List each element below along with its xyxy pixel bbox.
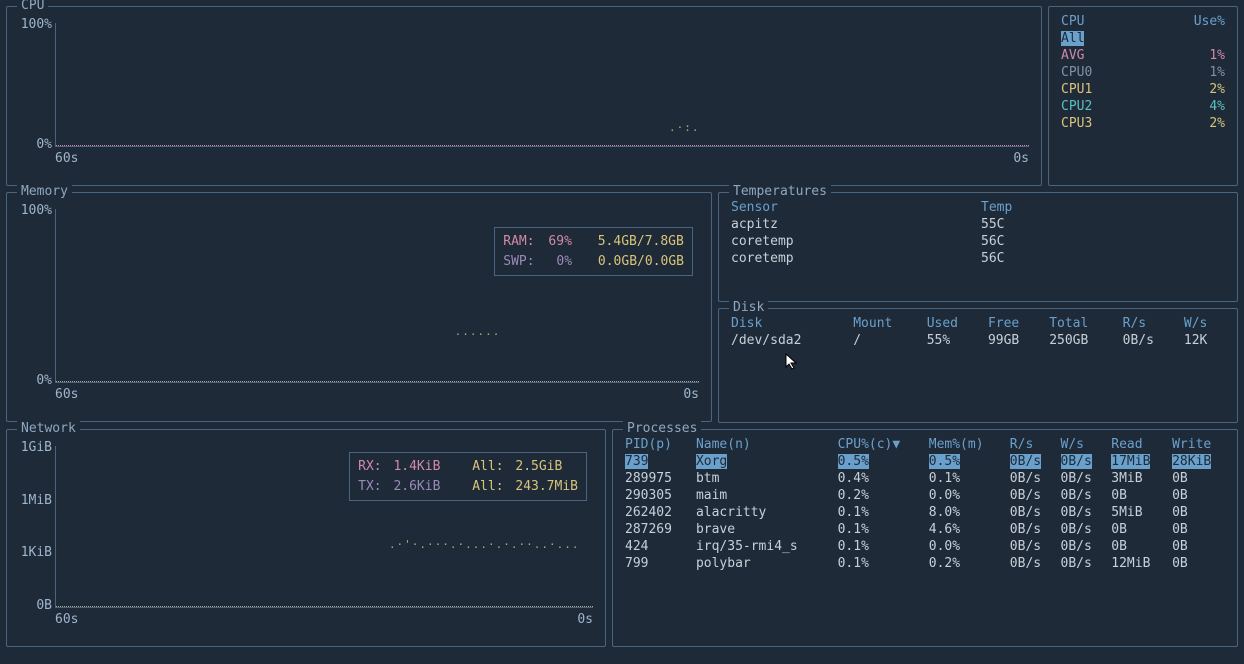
cpu-y-top: 100%	[16, 17, 52, 32]
temps-hdr-sensor: Sensor	[727, 199, 977, 216]
cpu-baseline	[56, 145, 1029, 146]
procs-hdr-ws[interactable]: W/s	[1057, 436, 1108, 453]
swp-label: SWP:	[503, 254, 534, 269]
network-graph[interactable]: 1GiB1MiB1KiB0B RX: 1.4KiB All: 2.5GiB TX…	[55, 446, 593, 608]
net-baseline	[56, 606, 593, 607]
procs-hdr-rs[interactable]: R/s	[1006, 436, 1057, 453]
cpu-x-right: 0s	[1013, 151, 1029, 166]
net-y-tick: 1MiB	[16, 493, 52, 508]
ram-pct: 69%	[548, 234, 571, 249]
net-x-right: 0s	[577, 612, 593, 627]
disk-title: Disk	[729, 300, 768, 315]
procs-title: Processes	[623, 421, 701, 436]
cpu-list-row[interactable]: CPU01%	[1057, 64, 1229, 81]
mem-y-bot: 0%	[16, 373, 52, 388]
procs-hdr-mem[interactable]: Mem%(m)	[925, 436, 1006, 453]
mem-x-right: 0s	[683, 387, 699, 402]
mem-x-left: 60s	[55, 387, 78, 402]
cpu-list-hdr-cpu: CPU	[1057, 13, 1143, 30]
temperatures-panel[interactable]: Temperatures Sensor Temp acpitz55Ccorete…	[718, 192, 1238, 302]
cpu-panel-title: CPU	[17, 0, 48, 13]
disk-hdr-free: Free	[984, 315, 1045, 332]
sort-desc-icon: ▼	[892, 437, 900, 452]
net-x-left: 60s	[55, 612, 78, 627]
procs-hdr-write[interactable]: Write	[1168, 436, 1229, 453]
rx-all-label: All:	[472, 459, 503, 474]
disk-hdr-ws: W/s	[1180, 315, 1229, 332]
disk-hdr-rs: R/s	[1119, 315, 1180, 332]
mem-y-top: 100%	[16, 203, 52, 218]
tx-rate: 2.6KiB	[393, 479, 440, 494]
rx-rate: 1.4KiB	[393, 459, 440, 474]
cpu-list-table: CPU Use% AllAVG1%CPU01%CPU12%CPU24%CPU32…	[1057, 13, 1229, 132]
temps-title: Temperatures	[729, 184, 831, 199]
net-y-tick: 1KiB	[16, 545, 52, 560]
disk-hdr-used: Used	[923, 315, 984, 332]
network-panel[interactable]: Network 1GiB1MiB1KiB0B RX: 1.4KiB All: 2…	[6, 429, 606, 647]
cpu-activity-dots: .·:.	[669, 121, 700, 134]
temps-row: coretemp56C	[727, 233, 1229, 250]
network-legend: RX: 1.4KiB All: 2.5GiB TX: 2.6KiB All: 2…	[349, 452, 587, 501]
net-y-tick: 1GiB	[16, 440, 52, 455]
disk-panel[interactable]: Disk Disk Mount Used Free Total R/s W/s …	[718, 308, 1238, 423]
ram-val: 5.4GB/7.8GB	[598, 234, 684, 249]
process-row[interactable]: 262402alacritty0.1%8.0%0B/s0B/s5MiB0B	[621, 504, 1229, 521]
procs-table: PID(p) Name(n) CPU%(c)▼ Mem%(m) R/s W/s …	[621, 436, 1229, 572]
cpu-list-hdr-use: Use%	[1143, 13, 1229, 30]
tx-all-label: All:	[472, 479, 503, 494]
process-row[interactable]: 290305maim0.2%0.0%0B/s0B/s0B0B	[621, 487, 1229, 504]
disk-hdr-disk: Disk	[727, 315, 849, 332]
process-row[interactable]: 424irq/35-rmi4_s0.1%0.0%0B/s0B/s0B0B	[621, 538, 1229, 555]
process-row[interactable]: 739Xorg0.5%0.5%0B/s0B/s17MiB28KiB	[621, 453, 1229, 470]
temps-row: acpitz55C	[727, 216, 1229, 233]
disk-hdr-mount: Mount	[849, 315, 922, 332]
tx-all: 243.7MiB	[515, 479, 578, 494]
ram-label: RAM:	[503, 234, 534, 249]
procs-hdr-pid[interactable]: PID(p)	[621, 436, 692, 453]
cpu-list-row[interactable]: All	[1057, 30, 1229, 47]
mouse-cursor-icon	[785, 353, 799, 371]
mem-swp-dots: ......	[455, 325, 501, 338]
temps-table: Sensor Temp acpitz55Ccoretemp56Ccoretemp…	[727, 199, 1229, 267]
cpu-y-bot: 0%	[16, 137, 52, 152]
memory-legend: RAM: 69% 5.4GB/7.8GB SWP: 0% 0.0GB/0.0GB	[494, 227, 693, 276]
net-activity-dots: .·'·.···.·...·.·.··..·...	[389, 538, 580, 551]
memory-panel-title: Memory	[17, 184, 72, 199]
memory-graph[interactable]: 100% 0% RAM: 69% 5.4GB/7.8GB SWP: 0% 0.0…	[55, 209, 699, 383]
disk-row[interactable]: /dev/sda2/55%99GB250GB0B/s12K	[727, 332, 1229, 349]
disk-table: Disk Mount Used Free Total R/s W/s /dev/…	[727, 315, 1229, 349]
cpu-list-panel[interactable]: CPU Use% AllAVG1%CPU01%CPU12%CPU24%CPU32…	[1048, 6, 1238, 186]
temps-row: coretemp56C	[727, 250, 1229, 267]
rx-all: 2.5GiB	[515, 459, 562, 474]
process-row[interactable]: 799polybar0.1%0.2%0B/s0B/s12MiB0B	[621, 555, 1229, 572]
cpu-list-row[interactable]: CPU12%	[1057, 81, 1229, 98]
rx-label: RX:	[358, 459, 381, 474]
memory-panel[interactable]: Memory 100% 0% RAM: 69% 5.4GB/7.8GB SWP:…	[6, 192, 712, 422]
swp-val: 0.0GB/0.0GB	[598, 254, 684, 269]
network-title: Network	[17, 421, 80, 436]
procs-hdr-name[interactable]: Name(n)	[692, 436, 834, 453]
procs-hdr-cpu[interactable]: CPU%(c)▼	[834, 436, 925, 453]
temps-hdr-temp: Temp	[977, 199, 1229, 216]
procs-hdr-read[interactable]: Read	[1107, 436, 1168, 453]
process-row[interactable]: 289975btm0.4%0.1%0B/s0B/s3MiB0B	[621, 470, 1229, 487]
cpu-graph[interactable]: 100% 0% .·:.	[55, 23, 1029, 147]
swp-line	[56, 381, 699, 382]
disk-hdr-total: Total	[1045, 315, 1118, 332]
process-row[interactable]: 287269brave0.1%4.6%0B/s0B/s0B0B	[621, 521, 1229, 538]
cpu-x-left: 60s	[55, 151, 78, 166]
tx-label: TX:	[358, 479, 381, 494]
cpu-list-row[interactable]: CPU32%	[1057, 115, 1229, 132]
cpu-panel[interactable]: CPU 100% 0% .·:. 60s 0s	[6, 6, 1042, 186]
cpu-list-row[interactable]: CPU24%	[1057, 98, 1229, 115]
processes-panel[interactable]: Processes PID(p) Name(n) CPU%(c)▼ Mem%(m…	[612, 429, 1238, 647]
cpu-list-row[interactable]: AVG1%	[1057, 47, 1229, 64]
swp-pct: 0%	[556, 254, 572, 269]
net-y-tick: 0B	[16, 598, 52, 613]
